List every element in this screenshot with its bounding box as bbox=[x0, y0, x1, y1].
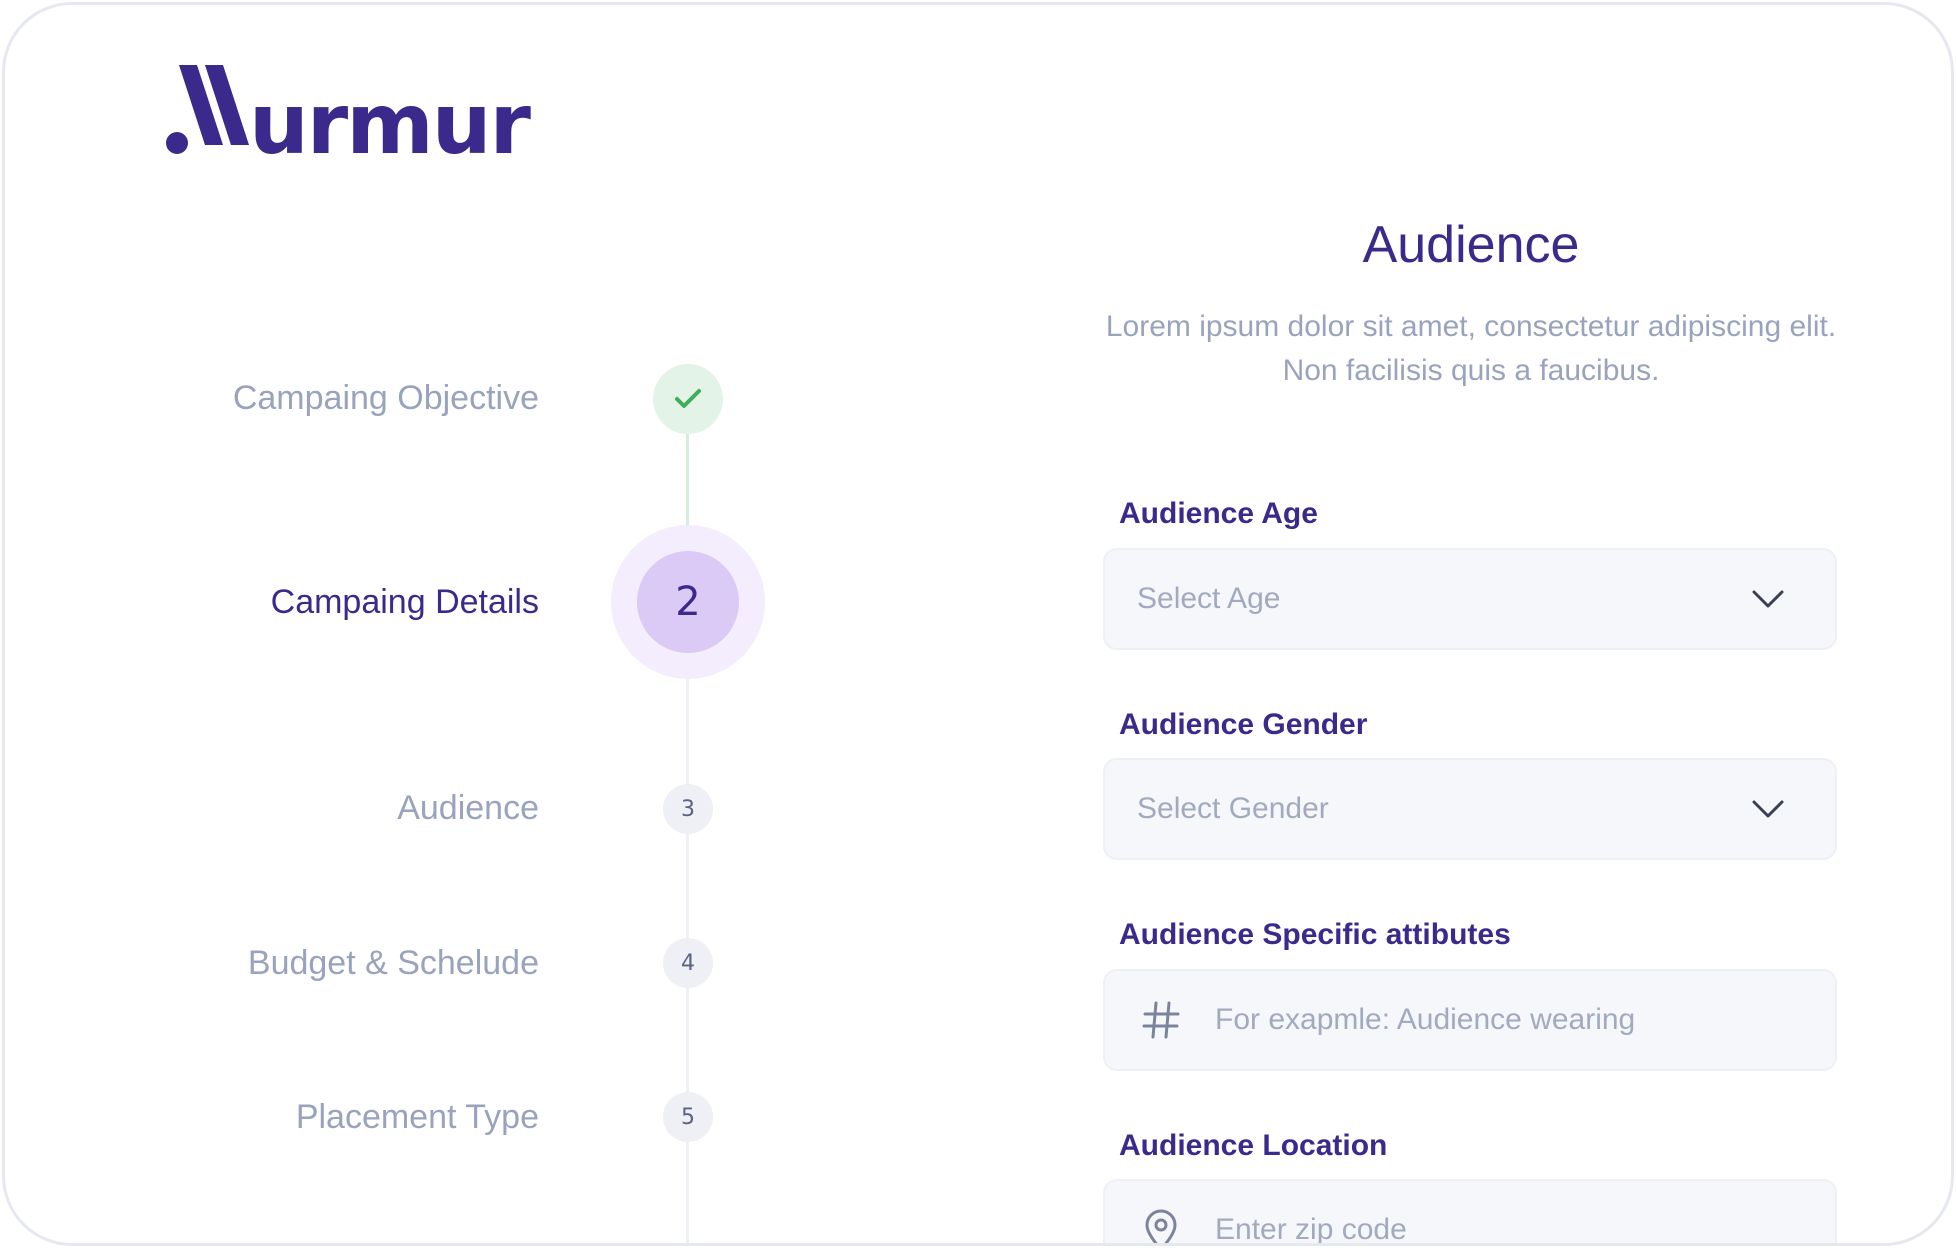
audience-location-placeholder: Enter zip code bbox=[1215, 1213, 1407, 1246]
location-pin-icon bbox=[1137, 1208, 1185, 1243]
step-1-completed-marker[interactable] bbox=[653, 364, 723, 434]
svg-text:urmur: urmur bbox=[249, 75, 532, 157]
audience-attributes-input[interactable]: For exapmle: Audience wearing bbox=[1103, 969, 1837, 1071]
step-3-marker[interactable]: 3 bbox=[663, 784, 713, 834]
audience-attributes-label: Audience Specific attibutes bbox=[1119, 918, 1511, 951]
chevron-down-icon bbox=[1751, 589, 1785, 609]
brand-logo[interactable]: urmur bbox=[165, 57, 545, 157]
audience-age-select[interactable]: Select Age bbox=[1103, 548, 1837, 650]
step-label-campaign-objective[interactable]: Campaing Objective bbox=[233, 379, 539, 418]
step-5-marker[interactable]: 5 bbox=[663, 1092, 713, 1142]
audience-gender-label: Audience Gender bbox=[1119, 708, 1368, 741]
audience-location-input[interactable]: Enter zip code bbox=[1103, 1179, 1837, 1246]
audience-age-label: Audience Age bbox=[1119, 497, 1318, 530]
step-label-placement-type[interactable]: Placement Type bbox=[296, 1098, 539, 1137]
stepper-track-completed bbox=[686, 425, 689, 530]
form-title: Audience bbox=[1362, 216, 1580, 274]
step-4-marker[interactable]: 4 bbox=[663, 938, 713, 988]
step-label-audience[interactable]: Audience bbox=[397, 789, 539, 828]
audience-location-label: Audience Location bbox=[1119, 1129, 1388, 1162]
audience-gender-placeholder: Select Gender bbox=[1137, 792, 1329, 825]
step-label-campaign-details[interactable]: Campaing Details bbox=[271, 583, 539, 622]
form-description: Lorem ipsum dolor sit amet, consectetur … bbox=[1105, 310, 1837, 387]
check-icon bbox=[675, 389, 701, 408]
hashtag-icon bbox=[1137, 1000, 1185, 1040]
app-window: urmur Campaing Objective Campaing Detail… bbox=[2, 2, 1954, 1246]
audience-attributes-placeholder: For exapmle: Audience wearing bbox=[1215, 1003, 1636, 1036]
audience-gender-select[interactable]: Select Gender bbox=[1103, 758, 1837, 860]
murmur-logo-icon: urmur bbox=[166, 65, 534, 157]
step-2-marker[interactable]: 2 bbox=[637, 551, 739, 653]
step-label-budget-schedule[interactable]: Budget & Schelude bbox=[248, 944, 539, 983]
chevron-down-icon bbox=[1751, 799, 1785, 819]
audience-age-placeholder: Select Age bbox=[1137, 582, 1281, 615]
